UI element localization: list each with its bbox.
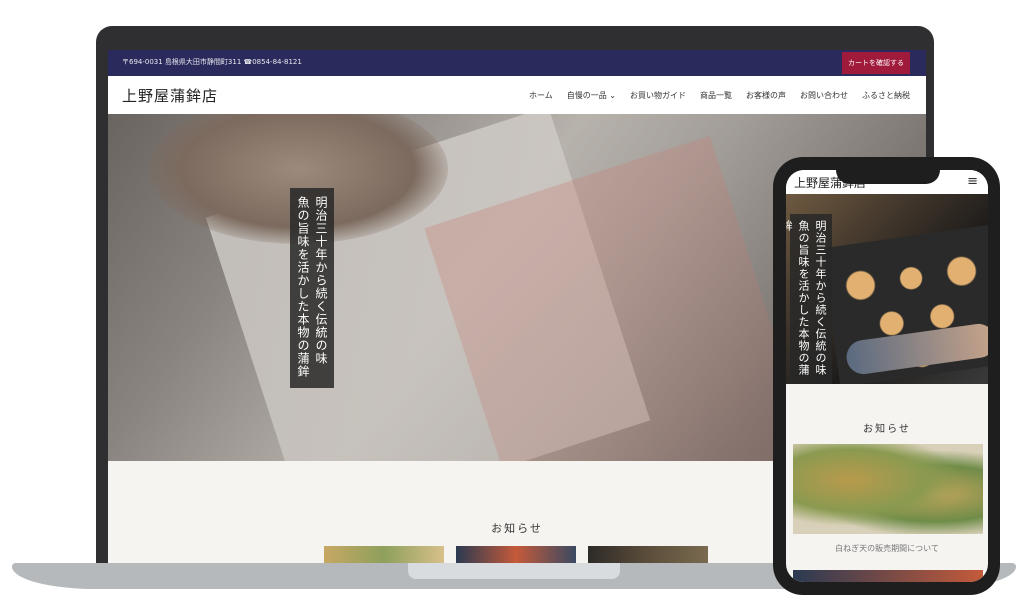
laptop-opening-notch [408, 563, 620, 579]
mobile-news-thumbnail-2[interactable] [793, 570, 983, 582]
nav-item-featured[interactable]: 自慢の一品 ⌄ [567, 90, 616, 101]
hamburger-menu-icon[interactable]: ≡ [967, 174, 978, 189]
nav-item-contact[interactable]: お問い合わせ [800, 90, 848, 101]
nav-item-hometown-tax[interactable]: ふるさと納税 [862, 90, 910, 101]
nav-item-shopping-guide[interactable]: お買い物ガイド [630, 90, 686, 101]
main-nav: ホーム 自慢の一品 ⌄ お買い物ガイド 商品一覧 お客様の声 お問い合わせ ふる… [529, 90, 910, 101]
nav-item-reviews[interactable]: お客様の声 [746, 90, 786, 101]
hero-tagline: 明治三十年から続く伝統の味 魚の旨味を活かした本物の蒲鉾 [290, 188, 334, 388]
nav-item-products[interactable]: 商品一覧 [700, 90, 732, 101]
top-info-bar: 〒694-0031 島根県大田市静間町311 ☎0854-84-8121 カート… [108, 50, 926, 76]
mobile-news-caption-1[interactable]: 白ねぎ天の販売期間について [786, 543, 988, 554]
mobile-hero-tagline: 明治三十年から続く伝統の味 魚の旨味を活かした本物の蒲鉾 [786, 214, 832, 384]
nav-item-home[interactable]: ホーム [529, 90, 553, 101]
mobile-news-title: お知らせ [863, 424, 911, 435]
phone-screen: 上野屋蒲鉾店 ≡ 明治三十年から続く伝統の味 魚の旨味を活かした本物の蒲鉾 お知… [786, 170, 988, 582]
mobile-hero-banner: 明治三十年から続く伝統の味 魚の旨味を活かした本物の蒲鉾 [786, 194, 988, 384]
store-address: 〒694-0031 島根県大田市静間町311 ☎0854-84-8121 [122, 58, 302, 66]
site-header: 上野屋蒲鉾店 ホーム 自慢の一品 ⌄ お買い物ガイド 商品一覧 お客様の声 お問… [108, 76, 926, 114]
phone-notch [836, 160, 940, 184]
mobile-news-thumbnail-1[interactable] [793, 444, 983, 534]
view-cart-button[interactable]: カートを確認する [842, 52, 910, 74]
site-logo[interactable]: 上野屋蒲鉾店 [122, 85, 218, 106]
